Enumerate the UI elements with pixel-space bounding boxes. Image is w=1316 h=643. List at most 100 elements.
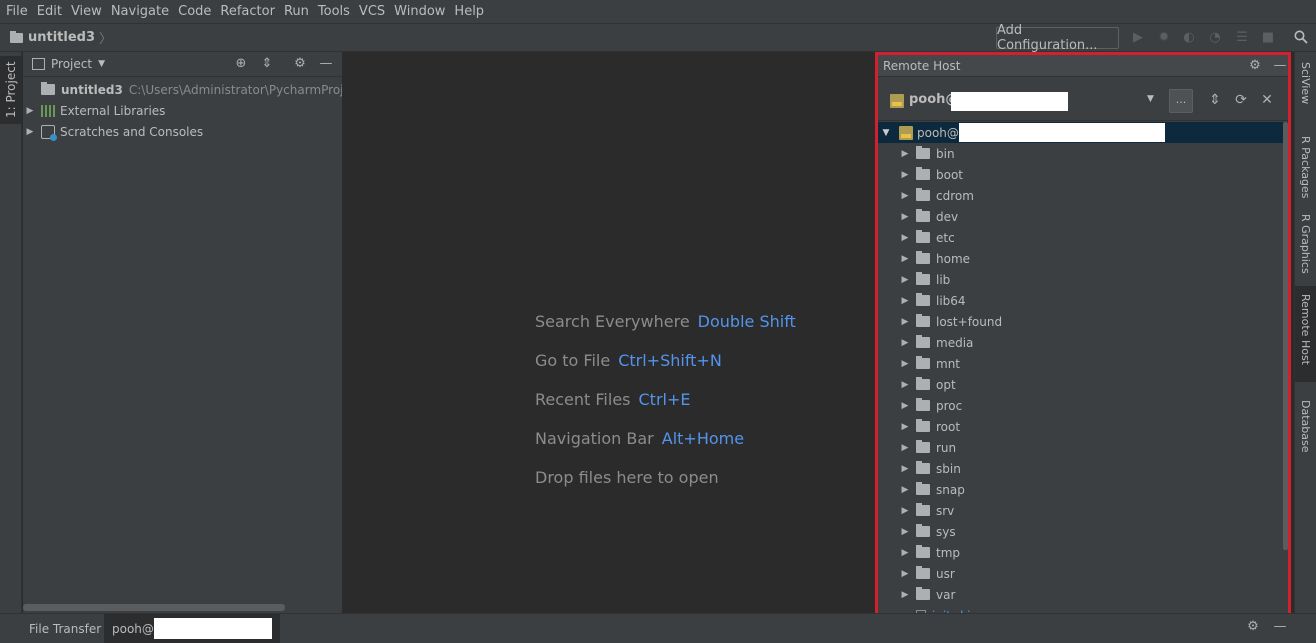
folder-icon [916, 230, 930, 243]
expand-arrow-icon[interactable]: ▶ [898, 569, 912, 579]
tree-item-scratches[interactable]: ▶ Scratches and Consoles [23, 121, 203, 142]
horizontal-scrollbar[interactable] [23, 604, 285, 611]
hint-label: Search Everywhere [535, 312, 690, 331]
expand-arrow-icon[interactable]: ▶ [23, 127, 37, 137]
host-tab[interactable]: pooh@ [104, 614, 280, 643]
expand-arrow-icon[interactable]: ▶ [898, 527, 912, 537]
chevron-down-icon[interactable]: ▼ [98, 59, 105, 69]
menu-refactor[interactable]: Refactor [220, 4, 275, 19]
expand-arrow-icon[interactable]: ▶ [898, 212, 912, 222]
menu-window[interactable]: Window [394, 4, 445, 19]
stop-icon[interactable]: ■ [1260, 30, 1276, 46]
expand-arrow-icon[interactable]: ▶ [898, 233, 912, 243]
remote-folder-usr[interactable]: ▶ usr [898, 563, 955, 584]
expand-arrow-icon[interactable]: ▶ [898, 401, 912, 411]
hide-icon[interactable]: — [318, 56, 334, 72]
expand-arrow-icon[interactable]: ▶ [898, 506, 912, 516]
profile-icon[interactable]: ◔ [1207, 30, 1223, 46]
remote-folder-proc[interactable]: ▶ proc [898, 395, 962, 416]
expand-arrow-icon[interactable]: ▶ [898, 359, 912, 369]
remote-folder-lost-found[interactable]: ▶ lost+found [898, 311, 1002, 332]
menu-view[interactable]: View [71, 4, 102, 19]
browse-button[interactable]: ... [1169, 89, 1193, 113]
tree-item-external-libraries[interactable]: ▶ External Libraries [23, 100, 166, 121]
breadcrumb-project[interactable]: untitled3 [28, 30, 95, 45]
tab-sciview[interactable]: SciView [1299, 62, 1312, 104]
gear-icon[interactable]: ⚙ [1245, 619, 1261, 635]
remote-folder-cdrom[interactable]: ▶ cdrom [898, 185, 974, 206]
expand-arrow-icon[interactable]: ▼ [879, 128, 893, 138]
tab-remote-host[interactable]: Remote Host [1299, 294, 1312, 365]
chevron-down-icon[interactable]: ▼ [1147, 94, 1154, 104]
expand-arrow-icon[interactable]: ▶ [898, 191, 912, 201]
remote-folder-mnt[interactable]: ▶ mnt [898, 353, 960, 374]
gear-icon[interactable]: ⚙ [292, 56, 308, 72]
expand-arrow-icon[interactable]: ▶ [898, 422, 912, 432]
tree-item-untitled3[interactable]: untitled3 C:\Users\Administrator\Pycharm… [41, 79, 368, 100]
gear-icon[interactable]: ⚙ [1247, 58, 1263, 74]
refresh-icon[interactable]: ⟳ [1233, 92, 1249, 108]
breadcrumb[interactable]: untitled3 〉 [10, 28, 112, 47]
expand-arrow-icon[interactable]: ▶ [898, 170, 912, 180]
remote-folder-lib64[interactable]: ▶ lib64 [898, 290, 966, 311]
remote-folder-root[interactable]: ▶ root [898, 416, 960, 437]
project-tab-label[interactable]: 1: Project [4, 61, 18, 118]
remote-folder-run[interactable]: ▶ run [898, 437, 956, 458]
menu-help[interactable]: Help [454, 4, 484, 19]
remote-folder-media[interactable]: ▶ media [898, 332, 973, 353]
tab-r-graphics[interactable]: R Graphics [1299, 214, 1312, 274]
expand-arrow-icon[interactable]: ▶ [898, 443, 912, 453]
expand-arrow-icon[interactable]: ▶ [898, 275, 912, 285]
collapse-all-icon[interactable]: ⇕ [1207, 92, 1223, 108]
expand-arrow-icon[interactable]: ▶ [898, 296, 912, 306]
close-icon[interactable]: ✕ [1259, 92, 1275, 108]
expand-arrow-icon[interactable]: ▶ [898, 380, 912, 390]
remote-folder-bin[interactable]: ▶ bin [898, 143, 955, 164]
expand-arrow-icon[interactable]: ▶ [898, 548, 912, 558]
file-transfer-tab[interactable]: File Transfer [22, 614, 108, 643]
expand-arrow-icon[interactable]: ▶ [898, 485, 912, 495]
project-panel-title[interactable]: Project [51, 57, 92, 71]
remote-folder-snap[interactable]: ▶ snap [898, 479, 965, 500]
debug-icon[interactable]: ✹ [1156, 30, 1172, 46]
expand-arrow-icon[interactable]: ▶ [898, 254, 912, 264]
remote-folder-etc[interactable]: ▶ etc [898, 227, 955, 248]
expand-arrow-icon[interactable]: ▶ [898, 590, 912, 600]
tree-root-row[interactable]: ▼ pooh@ [878, 122, 1288, 143]
run-icon[interactable]: ▶ [1130, 30, 1146, 46]
expand-arrow-icon[interactable]: ▶ [23, 106, 37, 116]
locate-icon[interactable]: ⊕ [233, 56, 249, 72]
expand-arrow-icon[interactable]: ▶ [898, 464, 912, 474]
project-view-icon [32, 58, 45, 70]
tab-r-packages[interactable]: R Packages [1299, 136, 1312, 198]
remote-folder-dev[interactable]: ▶ dev [898, 206, 958, 227]
menu-vcs[interactable]: VCS [359, 4, 385, 19]
search-icon[interactable] [1293, 30, 1309, 46]
remote-folder-var[interactable]: ▶ var [898, 584, 955, 605]
concurrency-icon[interactable]: ☰ [1234, 30, 1250, 46]
menu-edit[interactable]: Edit [37, 4, 62, 19]
remote-folder-srv[interactable]: ▶ srv [898, 500, 954, 521]
coverage-icon[interactable]: ◐ [1181, 30, 1197, 46]
menu-navigate[interactable]: Navigate [111, 4, 169, 19]
remote-folder-lib[interactable]: ▶ lib [898, 269, 950, 290]
tab-database[interactable]: Database [1299, 400, 1312, 453]
add-configuration-button[interactable]: Add Configuration... [996, 23, 1119, 53]
expand-arrow-icon[interactable]: ▶ [898, 338, 912, 348]
menu-code[interactable]: Code [178, 4, 211, 19]
expand-arrow-icon[interactable]: ▶ [898, 149, 912, 159]
menu-tools[interactable]: Tools [318, 4, 350, 19]
remote-folder-home[interactable]: ▶ home [898, 248, 970, 269]
remote-folder-sbin[interactable]: ▶ sbin [898, 458, 961, 479]
hide-icon[interactable]: — [1272, 58, 1288, 74]
vertical-scrollbar[interactable] [1283, 122, 1288, 550]
hide-icon[interactable]: — [1272, 619, 1288, 635]
remote-folder-tmp[interactable]: ▶ tmp [898, 542, 960, 563]
menu-file[interactable]: File [6, 4, 28, 19]
collapse-all-icon[interactable]: ⇕ [259, 56, 275, 72]
remote-folder-boot[interactable]: ▶ boot [898, 164, 963, 185]
remote-folder-opt[interactable]: ▶ opt [898, 374, 956, 395]
expand-arrow-icon[interactable]: ▶ [898, 317, 912, 327]
menu-run[interactable]: Run [284, 4, 309, 19]
remote-folder-sys[interactable]: ▶ sys [898, 521, 956, 542]
